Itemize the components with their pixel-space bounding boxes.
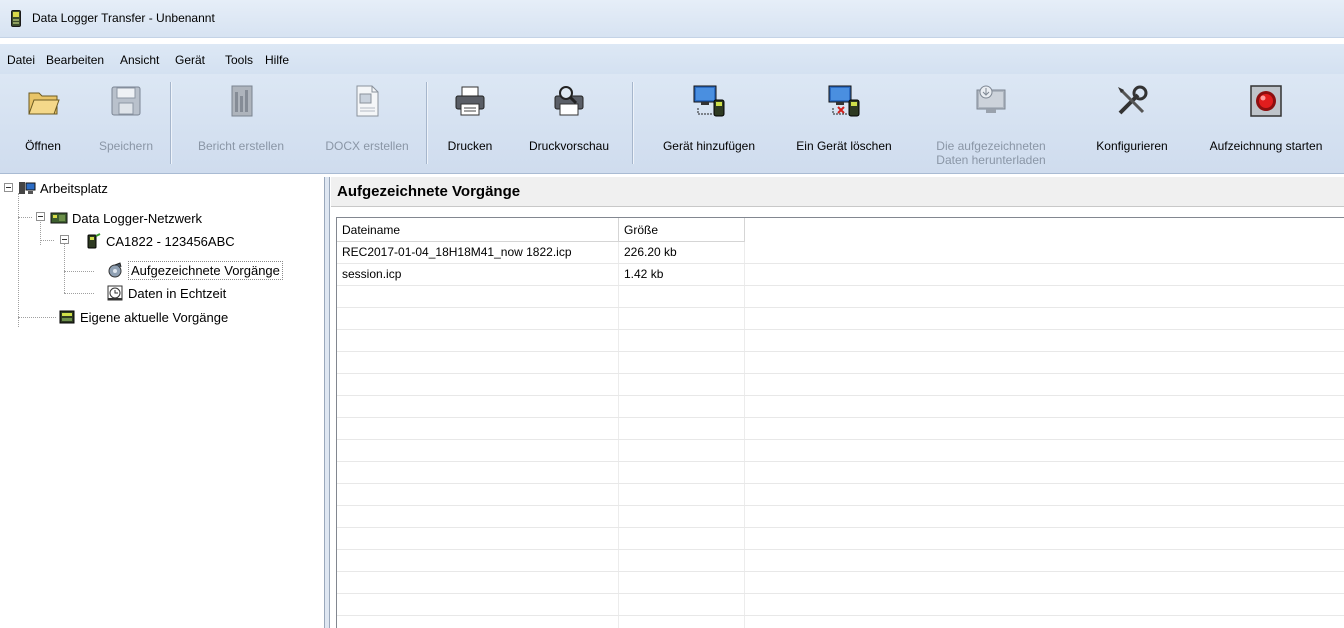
tree-node-device[interactable]: CA1822 - 123456ABC: [84, 231, 235, 251]
tree-node-workstation[interactable]: Arbeitsplatz: [18, 178, 108, 198]
menu-tools[interactable]: Tools: [225, 53, 253, 67]
empty-row: [337, 484, 1344, 506]
empty-row: [337, 374, 1344, 396]
collapse-toggle[interactable]: [4, 183, 13, 192]
tree-connector: [64, 271, 94, 272]
title-bar: Data Logger Transfer - Unbenannt: [0, 0, 1344, 38]
empty-row: [337, 572, 1344, 594]
menu-help[interactable]: Hilfe: [265, 53, 289, 67]
add-device-icon: [693, 85, 725, 117]
open-button[interactable]: Öffnen: [0, 74, 86, 174]
recorded-sessions-icon: [108, 262, 122, 278]
device-icon: [87, 233, 101, 249]
download-label-line2: Daten herunterladen: [936, 153, 1046, 167]
empty-row: [337, 528, 1344, 550]
content-panel: Aufgezeichnete Vorgänge Dateiname Größe …: [331, 177, 1344, 628]
print-button[interactable]: Drucken: [428, 74, 512, 174]
collapse-toggle[interactable]: [36, 212, 45, 221]
print-preview-button[interactable]: Druckvorschau: [512, 74, 626, 174]
configure-button[interactable]: Konfigurieren: [1078, 74, 1186, 174]
create-docx-button[interactable]: DOCX erstellen: [310, 74, 424, 174]
column-header-filename[interactable]: Dateiname: [337, 218, 619, 242]
delete-device-button[interactable]: Ein Gerät löschen: [776, 74, 912, 174]
empty-row: [337, 396, 1344, 418]
report-icon: [231, 85, 253, 117]
toolbar-separator: [170, 82, 171, 164]
clock-icon: [107, 285, 123, 301]
column-header-size[interactable]: Größe: [619, 218, 745, 242]
menu-bar: Datei Bearbeiten Ansicht Gerät Tools Hil…: [0, 44, 1344, 74]
menu-file[interactable]: Datei: [7, 53, 35, 67]
content-header: Aufgezeichnete Vorgänge: [331, 177, 1344, 207]
printer-icon: [455, 86, 485, 116]
menu-device[interactable]: Gerät: [175, 53, 205, 67]
menu-edit[interactable]: Bearbeiten: [46, 53, 104, 67]
download-label-line1: Die aufgezeichneten: [936, 139, 1046, 153]
record-icon: [1250, 85, 1282, 117]
empty-row: [337, 594, 1344, 616]
tree-node-own-sessions[interactable]: Eigene aktuelle Vorgänge: [58, 307, 228, 327]
tree-connector: [18, 193, 19, 327]
delete-device-icon: [828, 85, 860, 117]
table-row[interactable]: REC2017-01-04_18H18M41_now 1822.icp 226.…: [337, 242, 1344, 264]
toolbar: Öffnen Speichern Bericht erstellen DOCX …: [0, 74, 1344, 174]
empty-row: [337, 352, 1344, 374]
empty-row: [337, 462, 1344, 484]
file-list: Dateiname Größe REC2017-01-04_18H18M41_n…: [336, 217, 1344, 628]
download-data-button[interactable]: Die aufgezeichneten Daten herunterladen: [912, 74, 1070, 174]
panel-splitter[interactable]: [325, 177, 330, 628]
floppy-disk-icon: [111, 86, 141, 116]
window-title: Data Logger Transfer - Unbenannt: [32, 11, 215, 25]
empty-row: [337, 418, 1344, 440]
menu-view[interactable]: Ansicht: [120, 53, 159, 67]
tools-icon: [1118, 85, 1148, 115]
network-icon: [50, 212, 68, 224]
save-button[interactable]: Speichern: [86, 74, 166, 174]
toolbar-separator: [426, 82, 427, 164]
tree-node-realtime[interactable]: Daten in Echtzeit: [106, 283, 226, 303]
cell-filename: session.icp: [342, 267, 402, 281]
collapse-toggle[interactable]: [60, 235, 69, 244]
computer-icon: [19, 182, 36, 194]
cell-size: 226.20 kb: [624, 245, 677, 259]
empty-row: [337, 506, 1344, 528]
open-folder-icon: [28, 92, 60, 115]
empty-row: [337, 286, 1344, 308]
add-device-button[interactable]: Gerät hinzufügen: [642, 74, 776, 174]
empty-row: [337, 308, 1344, 330]
cell-filename: REC2017-01-04_18H18M41_now 1822.icp: [342, 245, 572, 259]
empty-row: [337, 440, 1344, 462]
table-row[interactable]: session.icp 1.42 kb: [337, 264, 1344, 286]
word-document-icon: [356, 85, 379, 117]
print-preview-icon: [554, 86, 584, 116]
empty-row: [337, 550, 1344, 572]
start-recording-button[interactable]: Aufzeichnung starten: [1190, 74, 1342, 174]
own-sessions-icon: [59, 310, 75, 324]
data-logger-icon: [11, 10, 21, 27]
cell-size: 1.42 kb: [624, 267, 664, 281]
tree-connector: [64, 293, 94, 294]
tree-connector: [64, 237, 65, 293]
empty-row: [337, 330, 1344, 352]
tree-connector: [18, 317, 56, 318]
tree-node-network[interactable]: Data Logger-Netzwerk: [50, 208, 202, 228]
create-report-button[interactable]: Bericht erstellen: [172, 74, 310, 174]
tree-node-recorded-sessions[interactable]: Aufgezeichnete Vorgänge: [106, 260, 283, 280]
content-title: Aufgezeichnete Vorgänge: [337, 183, 521, 200]
download-icon: [976, 85, 1006, 113]
tree-connector: [18, 217, 32, 218]
tree-connector: [40, 240, 54, 241]
toolbar-separator: [632, 82, 633, 164]
navigation-tree: Arbeitsplatz Data Logger-Netzwerk CA1822…: [0, 177, 325, 628]
